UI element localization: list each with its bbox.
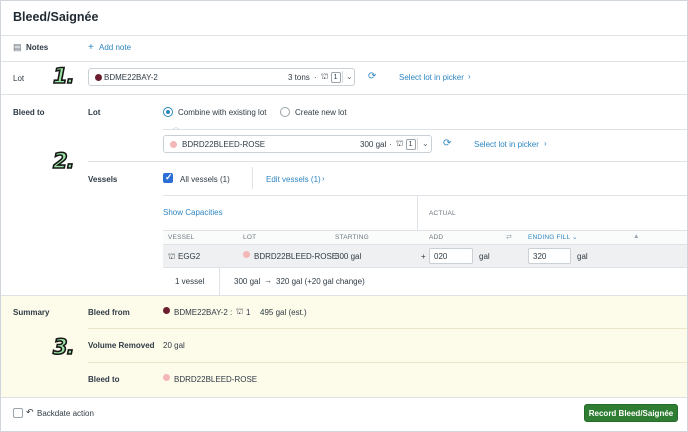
col-lot: LOT xyxy=(243,234,257,241)
backdate-label[interactable]: Backdate action xyxy=(37,409,94,418)
source-lot-name: BDME22BAY-2 xyxy=(104,73,158,82)
lot-color-dot xyxy=(163,307,170,314)
vessel-count: ⛫ 1 xyxy=(321,72,341,83)
create-new-radio[interactable] xyxy=(280,107,290,117)
col-vessel: VESSEL xyxy=(168,234,195,241)
lot-color-dot xyxy=(243,251,250,258)
row-op: + xyxy=(421,252,426,261)
vessel-table-header xyxy=(163,230,687,245)
vessel-count: ⛫ 1 xyxy=(396,139,416,150)
target-lot-name: BDRD22BLEED-ROSE xyxy=(182,140,266,149)
summary-label: Summary xyxy=(13,308,50,317)
chevron-down-icon[interactable]: ⌄ xyxy=(572,233,578,241)
vessel-icon: ⛫ xyxy=(321,72,329,81)
volume-removed-value: 20 gal xyxy=(163,341,185,350)
undo-icon: ↶ xyxy=(26,407,34,417)
all-vessels-checkbox[interactable] xyxy=(163,172,173,183)
show-capacities-link[interactable]: Show Capacities xyxy=(163,208,223,217)
ending-fill-input[interactable]: 320 xyxy=(528,248,571,264)
combine-existing-radio[interactable] xyxy=(163,107,173,117)
source-lot-select[interactable]: BDME22BAY-2 3 tons · ⛫ 1 ⌄ xyxy=(88,68,355,86)
bleed-to-lot-label: Lot xyxy=(88,108,101,117)
notes-icon: ▤ xyxy=(13,42,22,52)
bleed-from-volume: 495 gal (est.) xyxy=(260,308,307,317)
add-note-link[interactable]: Add note xyxy=(99,43,131,52)
row-vessel: EGG2 xyxy=(178,252,201,261)
row-starting: 300 gal xyxy=(335,252,362,261)
lot-label: Lot xyxy=(13,74,25,83)
step-badge-1: 1. xyxy=(52,63,75,89)
add-unit: gal xyxy=(479,252,490,261)
all-vessels-label[interactable]: All vessels (1) xyxy=(180,175,230,184)
source-lot-qty: 3 tons xyxy=(288,73,310,82)
plus-icon[interactable]: + xyxy=(88,42,94,53)
backdate-checkbox[interactable] xyxy=(13,408,23,418)
chevron-right-icon[interactable]: › xyxy=(322,174,325,183)
target-lot-select[interactable]: BDRD22BLEED-ROSE 300 gal · ⛫ 1 ⌄ xyxy=(163,135,432,153)
bleed-from-vessels: 1 xyxy=(246,308,251,317)
vessel-icon: ⛫ xyxy=(236,307,244,316)
vessel-count-text: 1 vessel xyxy=(175,277,205,286)
record-bleed-button[interactable]: Record Bleed/Saignée xyxy=(584,404,678,422)
notes-label: Notes xyxy=(26,43,49,52)
row-lot: BDRD22BLEED-ROSE xyxy=(254,252,338,261)
actual-header: ACTUAL xyxy=(429,210,456,217)
refresh-icon[interactable]: ⟳ xyxy=(368,71,376,82)
divider xyxy=(1,35,687,36)
arrow-right-icon: → xyxy=(264,276,272,285)
summary-bleed-to-label: Bleed to xyxy=(88,375,120,384)
select-lot-picker-link[interactable]: Select lot in picker xyxy=(399,73,464,82)
add-amount-input[interactable]: 020 xyxy=(429,248,473,264)
summary-bleed-to-lot: BDRD22BLEED-ROSE xyxy=(174,375,258,384)
vessel-icon: ⛫ xyxy=(168,252,176,261)
dialog-title: Bleed/Saignée xyxy=(13,10,99,24)
col-ending-fill[interactable]: ENDING FILL xyxy=(528,234,570,241)
sort-up-icon[interactable]: ▲ xyxy=(633,233,640,240)
ending-unit: gal xyxy=(577,252,588,261)
bleed-from-label: Bleed from xyxy=(88,308,130,317)
combine-existing-label[interactable]: Combine with existing lot xyxy=(178,108,266,117)
bleed-to-label: Bleed to xyxy=(13,108,45,117)
chevron-down-icon[interactable]: ⌄ xyxy=(346,72,353,81)
create-new-label[interactable]: Create new lot xyxy=(295,108,347,117)
divider xyxy=(88,161,687,162)
chevron-down-icon[interactable]: ⌄ xyxy=(422,139,429,148)
swap-icon[interactable]: ⇄ xyxy=(506,233,512,241)
step-badge-3: 3. xyxy=(52,334,75,360)
lot-color-dot xyxy=(95,74,102,81)
vessel-icon: ⛫ xyxy=(396,139,404,148)
vessels-label: Vessels xyxy=(88,175,118,184)
chevron-right-icon[interactable]: › xyxy=(468,72,471,81)
volume-from: 300 gal xyxy=(234,277,261,286)
chevron-right-icon[interactable]: › xyxy=(544,139,547,148)
volume-removed-label: Volume Removed xyxy=(88,341,155,350)
col-starting: STARTING xyxy=(335,234,369,241)
edit-vessels-link[interactable]: Edit vessels (1) xyxy=(266,175,321,184)
refresh-icon[interactable]: ⟳ xyxy=(443,138,451,149)
target-lot-qty: 300 gal xyxy=(360,140,387,149)
lot-color-dot xyxy=(163,374,170,381)
lot-color-dot xyxy=(170,141,177,148)
divider xyxy=(1,61,687,62)
select-lot-picker-link-2[interactable]: Select lot in picker xyxy=(474,140,539,149)
bleed-saignee-dialog: Bleed/Saignée ▤ Notes + Add note Lot 1. … xyxy=(0,0,688,432)
volume-change: 320 gal (+20 gal change) xyxy=(276,277,365,286)
divider xyxy=(1,94,687,95)
bleed-from-lot: BDME22BAY-2 : xyxy=(174,308,233,317)
col-add: ADD xyxy=(429,234,444,241)
step-badge-2: 2. xyxy=(52,148,75,174)
